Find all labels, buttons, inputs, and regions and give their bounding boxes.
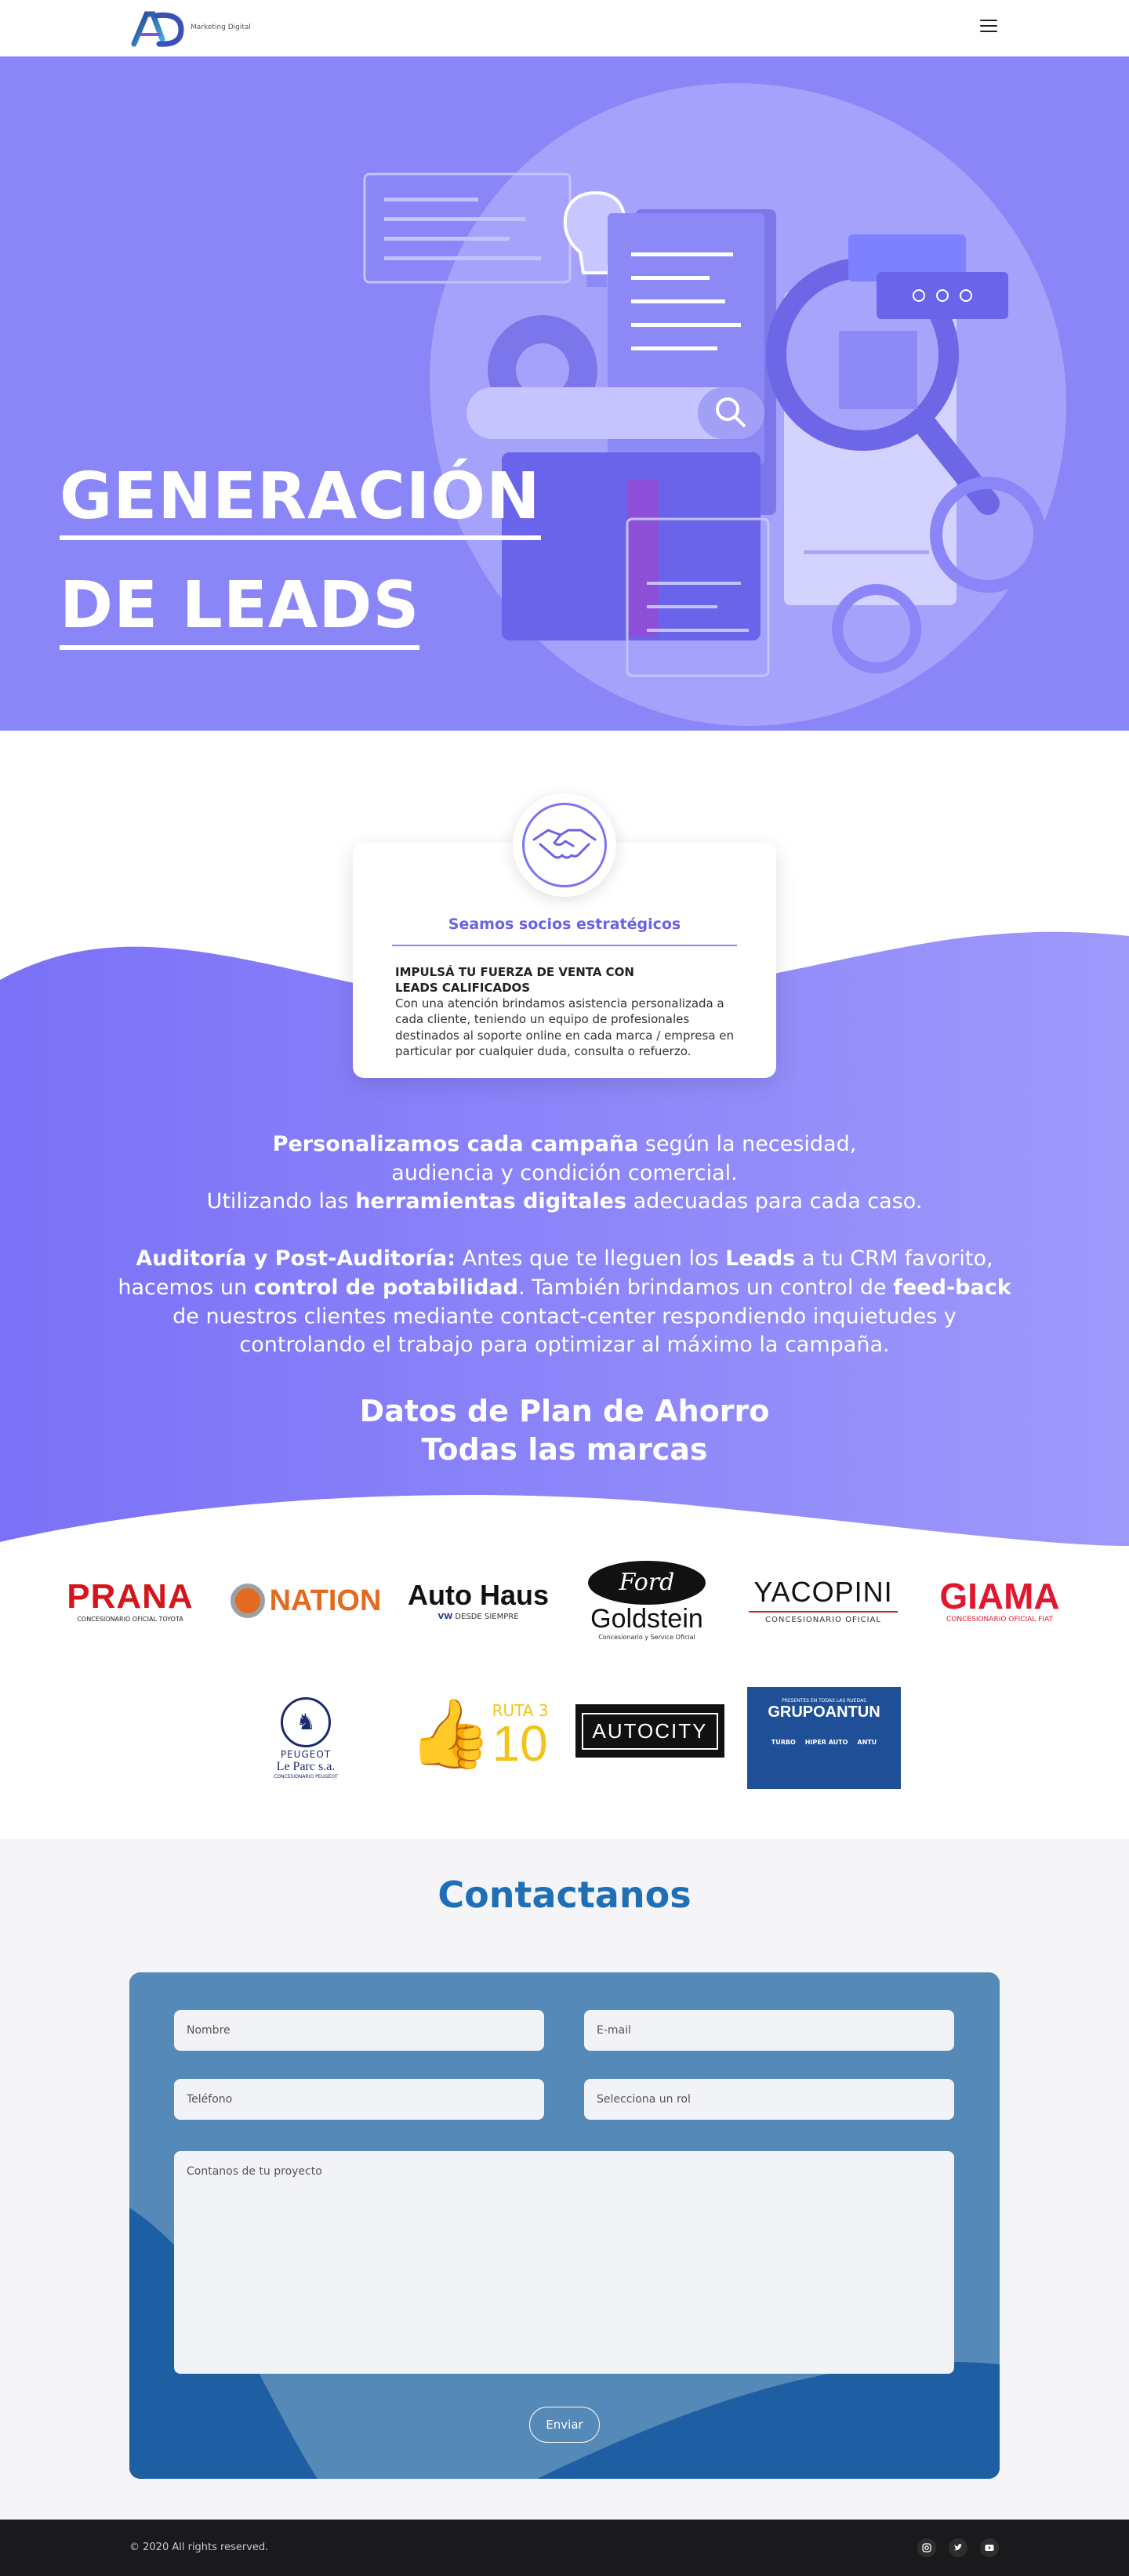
brand-logo-ruta3: 👍 RUTA 3 10 — [408, 1679, 549, 1789]
divider — [392, 945, 737, 946]
role-select[interactable]: Selecciona un rol — [584, 2079, 954, 2120]
bold-text: Personalizamos cada campaña — [272, 1132, 639, 1156]
brand-giama-text: GIAMA — [939, 1576, 1060, 1616]
brand-ruta3-number: 10 — [492, 1714, 548, 1772]
text-span: Antes que te lleguen los — [456, 1246, 726, 1272]
peugeot-lion-icon: ♞ — [281, 1696, 331, 1747]
message-textarea[interactable]: Contanos de tu proyecto — [174, 2151, 954, 2374]
brand-goldstein-text: Goldstein — [590, 1603, 703, 1634]
brand-autohaus-sub: DESDE SIEMPRE — [455, 1612, 519, 1621]
brands-section: PRANA CONCESIONARIO OFICIAL TOYOTA NATIO… — [0, 1546, 1129, 1839]
logo-mark-icon — [131, 11, 184, 47]
hero-title: GENERACIÓN DE LEADS — [60, 448, 541, 667]
brand-prana-sub: CONCESIONARIO OFICIAL TOYOTA — [77, 1615, 183, 1623]
divider — [749, 1610, 898, 1613]
text-span: adecuadas para cada caso. — [626, 1189, 923, 1214]
partner-copy: Personalizamos cada campaña según la nec… — [78, 1130, 1051, 1388]
plan-ahorro-heading: Datos de Plan de Ahorro Todas las marcas — [0, 1392, 1129, 1468]
heading-line1: Datos de Plan de Ahorro — [359, 1394, 770, 1428]
brand-leparc-sub: CONCESIONARIO PEUGEOT — [274, 1773, 338, 1780]
brand-logo-giama: GIAMA CONCESIONARIO OFICIAL FIAT — [921, 1569, 1078, 1632]
brand-logo-autocity: AUTOCITY — [575, 1703, 724, 1759]
brand-grupoantun-text: GRUPOANTUN — [768, 1703, 880, 1721]
email-field[interactable]: E-mail — [584, 2010, 954, 2051]
bold-text: feed-back — [893, 1275, 1011, 1300]
text-span: controlando el trabajo para optimizar al… — [239, 1333, 890, 1358]
partner-section: Seamos socios estratégicos IMPULSÁ TU FU… — [0, 731, 1129, 1546]
text-span: audiencia y condición comercial. — [391, 1160, 738, 1185]
youtube-icon[interactable] — [980, 2538, 999, 2557]
hero-title-line1: GENERACIÓN — [60, 459, 541, 541]
brand-logo-nation: NATION — [227, 1569, 384, 1632]
brand-peugeot-text: PEUGEOT — [280, 1748, 332, 1760]
text-span: de nuestros clientes mediante contact-ce… — [172, 1304, 957, 1329]
heading-line2: Todas las marcas — [421, 1431, 708, 1467]
logo-tagline: Marketing Digital — [191, 24, 251, 31]
contact-form: Nombre E-mail Teléfono Selecciona un rol… — [129, 1972, 1000, 2479]
brand-grupoantun-b1: TURBO — [771, 1739, 796, 1746]
brand-logo-prana: PRANA CONCESIONARIO OFICIAL TOYOTA — [60, 1569, 201, 1632]
paragraph-audit: Auditoría y Post-Auditoría: Antes que te… — [78, 1245, 1051, 1360]
brand-goldstein-sub: Concesionario y Service Oficial — [598, 1634, 695, 1642]
nation-circle-icon — [230, 1584, 265, 1618]
handshake-icon — [532, 829, 597, 859]
partner-card-title: Seamos socios estratégicos — [448, 916, 681, 933]
brand-logo-goldstein: Ford Goldstein Concesionario y Service O… — [576, 1554, 717, 1648]
thumbs-up-icon: 👍 — [408, 1695, 492, 1773]
copyright-text: © 2020 All rights reserved. — [129, 2542, 269, 2553]
partner-card-text: Con una atención brindamos asistencia pe… — [395, 996, 735, 1058]
phone-field[interactable]: Teléfono — [174, 2079, 544, 2120]
bold-text: Auditoría y Post-Auditoría: — [136, 1246, 456, 1272]
text-span: a tu CRM favorito, — [795, 1246, 993, 1272]
hero-section: GENERACIÓN DE LEADS — [0, 56, 1129, 731]
text-span: hacemos un — [118, 1275, 254, 1300]
brand-autohaus-text: Auto Haus — [408, 1578, 549, 1611]
contact-section: Contactanos Nombre E-mail Teléfono Selec… — [0, 1839, 1129, 2520]
name-field[interactable]: Nombre — [174, 2010, 544, 2051]
bold-text: control de potabilidad — [253, 1275, 518, 1300]
brand-autocity-text: AUTOCITY — [581, 1712, 719, 1750]
text-span: Utilizando las — [206, 1189, 356, 1214]
submit-button[interactable]: Enviar — [529, 2407, 600, 2443]
hero-title-line2: DE LEADS — [60, 569, 420, 650]
text-span: según la necesidad, — [638, 1132, 857, 1156]
hamburger-menu-icon[interactable] — [980, 20, 997, 34]
brand-autohaus-vw: VW — [437, 1612, 453, 1621]
brand-nation-text: NATION — [269, 1584, 382, 1617]
instagram-icon[interactable] — [917, 2538, 936, 2557]
contact-title: Contactanos — [437, 1874, 692, 1916]
logo[interactable]: Marketing Digital — [129, 8, 255, 49]
brand-leparc-text: Le Parc s.a. — [276, 1759, 336, 1773]
bold-text: herramientas digitales — [355, 1189, 627, 1214]
twitter-icon[interactable] — [949, 2538, 967, 2557]
site-header: Marketing Digital — [0, 0, 1129, 56]
ford-oval-icon: Ford — [588, 1560, 706, 1605]
brand-prana-text: PRANA — [67, 1576, 194, 1616]
brand-logo-leparc: ♞ PEUGEOT Le Parc s.a. CONCESIONARIO PEU… — [259, 1687, 353, 1789]
paragraph-personalization: Personalizamos cada campaña según la nec… — [78, 1130, 1051, 1217]
brand-giama-sub: CONCESIONARIO OFICIAL FIAT — [946, 1616, 1053, 1624]
brand-grupoantun-b2: HIPER AUTO — [804, 1739, 848, 1746]
bold-text: Leads — [725, 1246, 796, 1272]
brand-grupoantun-b3: ANTU — [857, 1739, 877, 1746]
brand-grupoantun-top: PRESENTES EN TODAS LAS RUEDAS — [782, 1698, 866, 1703]
brand-logo-autohaus: Auto Haus VW DESDE SIEMPRE — [400, 1569, 557, 1632]
brand-logo-yacopini: YACOPINI CONCESIONARIO OFICIAL — [741, 1569, 906, 1632]
brand-yacopini-sub: CONCESIONARIO OFICIAL — [765, 1615, 881, 1624]
brand-yacopini-text: YACOPINI — [753, 1575, 893, 1608]
site-footer: © 2020 All rights reserved. — [0, 2520, 1129, 2576]
handshake-badge — [513, 793, 616, 897]
text-span: . También brindamos un control de — [517, 1275, 894, 1300]
partner-card-subtitle: IMPULSÁ TU FUERZA DE VENTA CON LEADS CAL… — [395, 965, 634, 996]
brand-logo-grupoantun: PRESENTES EN TODAS LAS RUEDAS GRUPOANTUN… — [747, 1687, 901, 1789]
